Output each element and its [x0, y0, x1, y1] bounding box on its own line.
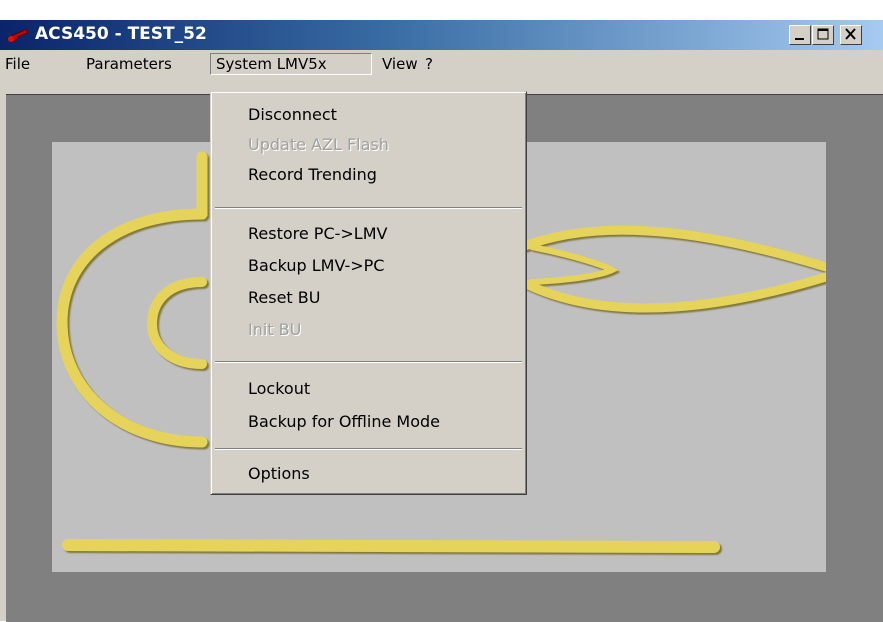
menu-item-backup-offline-mode[interactable]: Backup for Offline Mode	[211, 407, 526, 437]
menu-separator	[215, 361, 522, 363]
menu-separator	[215, 207, 522, 209]
menu-parameters[interactable]: Parameters	[81, 53, 177, 75]
close-icon	[845, 28, 856, 40]
menu-file[interactable]: File	[0, 53, 35, 75]
menu-item-lockout[interactable]: Lockout	[211, 374, 526, 404]
menu-view[interactable]: View	[377, 53, 423, 75]
maximize-button[interactable]	[812, 25, 834, 45]
minimize-icon	[795, 38, 804, 40]
menu-item-reset-bu[interactable]: Reset BU	[211, 283, 526, 313]
menu-help[interactable]: ?	[420, 53, 438, 75]
menu-bar: File Parameters System LMV5x View ?	[0, 50, 883, 78]
window-title: ACS450 - TEST_52	[35, 24, 207, 44]
menu-item-restore-pc-lmv[interactable]: Restore PC->LMV	[211, 219, 526, 249]
maximize-icon	[817, 28, 829, 40]
menu-separator	[215, 448, 522, 450]
close-button[interactable]	[840, 25, 862, 45]
menu-item-update-azl-flash: Update AZL Flash	[248, 135, 389, 154]
menu-item-init-bu: Init BU	[248, 320, 302, 339]
system-lmv5x-dropdown: Disconnect Update AZL Flash Record Trend…	[210, 91, 527, 495]
menu-item-options[interactable]: Options	[211, 459, 526, 489]
menu-item-record-trending[interactable]: Record Trending	[211, 160, 526, 190]
minimize-button[interactable]	[789, 25, 811, 45]
menu-system-lmv5x[interactable]: System LMV5x	[210, 53, 372, 75]
title-bar[interactable]: ACS450 - TEST_52	[0, 20, 883, 50]
red-burner-icon[interactable]	[6, 26, 28, 44]
menu-item-backup-lmv-pc[interactable]: Backup LMV->PC	[211, 251, 526, 281]
menu-item-disconnect[interactable]: Disconnect	[211, 100, 526, 130]
